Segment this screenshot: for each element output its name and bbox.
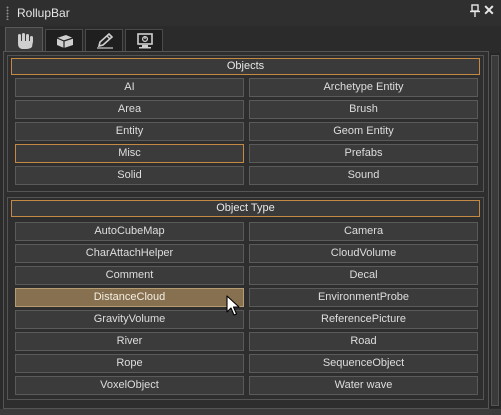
scrollbar-thumb[interactable] <box>491 55 499 406</box>
type-button-rope[interactable]: Rope <box>15 354 244 373</box>
type-button-water-wave[interactable]: Water wave <box>249 376 478 395</box>
close-icon[interactable]: ✕ <box>482 2 496 18</box>
objects-section: Objects AI Archetype Entity Area Brush E… <box>7 55 484 192</box>
object-button-entity[interactable]: Entity <box>15 122 244 141</box>
type-button-comment[interactable]: Comment <box>15 266 244 285</box>
window-title: RollupBar <box>17 6 70 20</box>
type-button-voxelobject[interactable]: VoxelObject <box>15 376 244 395</box>
object-button-prefabs[interactable]: Prefabs <box>249 144 478 163</box>
type-button-sequenceobject[interactable]: SequenceObject <box>249 354 478 373</box>
bottom-edge <box>0 409 501 415</box>
tab-display[interactable] <box>125 29 163 51</box>
type-button-road[interactable]: Road <box>249 332 478 351</box>
type-button-camera[interactable]: Camera <box>249 222 478 241</box>
pin-icon[interactable] <box>470 4 480 18</box>
vertical-scrollbar[interactable] <box>490 53 500 408</box>
object-button-solid[interactable]: Solid <box>15 166 244 185</box>
pencil-icon <box>97 33 114 49</box>
object-type-section-header[interactable]: Object Type <box>11 200 480 217</box>
title-bar: RollupBar ✕ <box>0 0 501 26</box>
object-button-brush[interactable]: Brush <box>249 100 478 119</box>
tab-bar <box>0 26 501 51</box>
type-button-cloudvolume[interactable]: CloudVolume <box>249 244 478 263</box>
type-button-decal[interactable]: Decal <box>249 266 478 285</box>
object-type-section: Object Type AutoCubeMap Camera CharAttac… <box>7 197 484 400</box>
tab-objects[interactable] <box>5 27 43 51</box>
object-button-archetype-entity[interactable]: Archetype Entity <box>249 78 478 97</box>
type-button-referencepicture[interactable]: ReferencePicture <box>249 310 478 329</box>
object-button-ai[interactable]: AI <box>15 78 244 97</box>
object-button-sound[interactable]: Sound <box>249 166 478 185</box>
tab-modify[interactable] <box>45 29 83 51</box>
objects-section-header[interactable]: Objects <box>11 58 480 75</box>
drag-grip-icon[interactable] <box>6 6 9 20</box>
hand-icon <box>18 33 33 49</box>
tab-edit[interactable] <box>85 29 123 51</box>
type-button-autocubemap[interactable]: AutoCubeMap <box>15 222 244 241</box>
monitor-icon <box>137 33 153 49</box>
type-button-charattachhelper[interactable]: CharAttachHelper <box>15 244 244 263</box>
object-button-area[interactable]: Area <box>15 100 244 119</box>
type-button-distancecloud[interactable]: DistanceCloud <box>15 288 244 307</box>
cube-icon <box>56 35 74 48</box>
type-button-environmentprobe[interactable]: EnvironmentProbe <box>249 288 478 307</box>
object-button-misc[interactable]: Misc <box>15 144 244 163</box>
type-button-river[interactable]: River <box>15 332 244 351</box>
mouse-cursor-icon <box>226 295 240 320</box>
object-button-geom-entity[interactable]: Geom Entity <box>249 122 478 141</box>
type-button-gravityvolume[interactable]: GravityVolume <box>15 310 244 329</box>
